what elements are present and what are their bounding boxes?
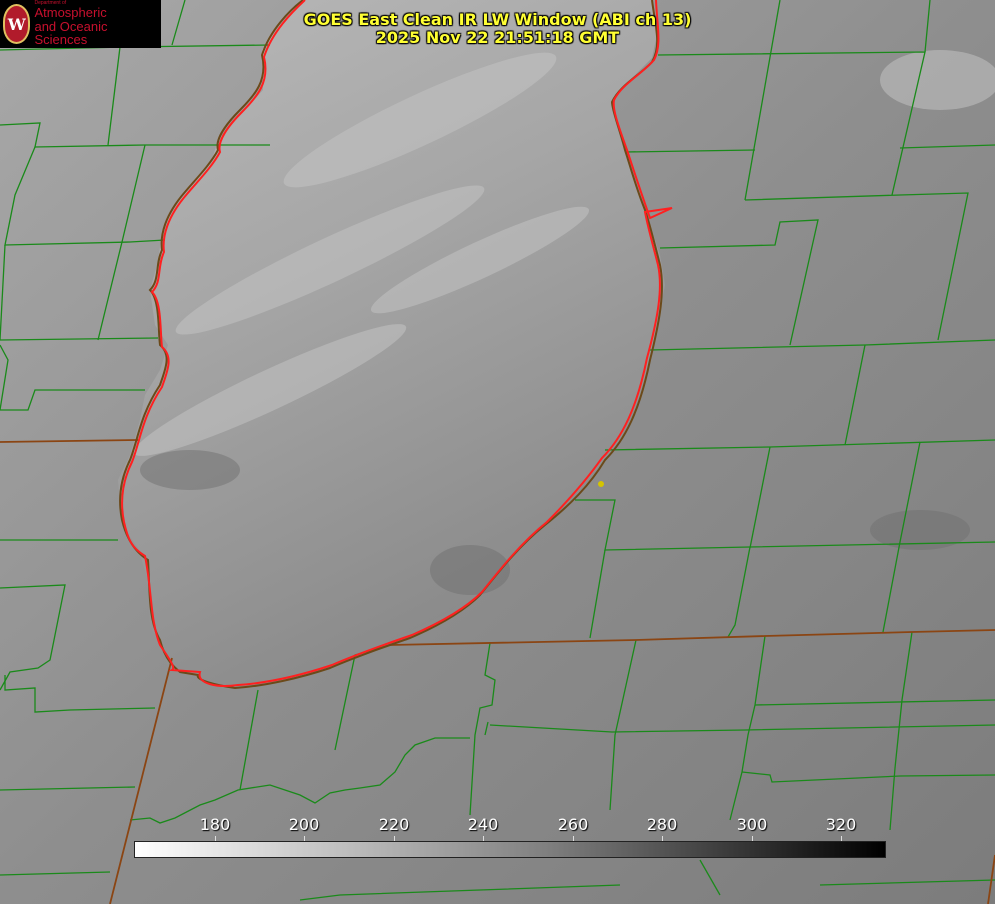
colorbar-tick-label: 240 <box>467 815 499 834</box>
university-seal-icon: W <box>3 4 31 44</box>
logo-line1: Atmospheric <box>34 5 107 21</box>
image-title: GOES East Clean IR LW Window (ABI ch 13)… <box>240 11 755 47</box>
colorbar-tick-label: 200 <box>288 815 320 834</box>
colorbar-tick-label: 280 <box>646 815 678 834</box>
colorbar-tick-label: 300 <box>736 815 768 834</box>
logo-text: Department of Atmospheric and Oceanic Sc… <box>34 0 161 48</box>
satellite-map <box>0 0 995 904</box>
colorbar-tick-label: 320 <box>825 815 857 834</box>
colorbar <box>134 841 886 858</box>
colorbar-tick-label: 260 <box>557 815 589 834</box>
title-line2: 2025 Nov 22 21:51:18 GMT <box>375 28 620 47</box>
logo-line2: and Oceanic Sciences <box>34 18 108 48</box>
station-marker <box>598 481 604 487</box>
colorbar-tick-label: 220 <box>378 815 410 834</box>
uw-aos-logo[interactable]: W Department of Atmospheric and Oceanic … <box>0 0 161 48</box>
title-line1: GOES East Clean IR LW Window (ABI ch 13) <box>303 10 692 29</box>
colorbar-tick-label: 180 <box>199 815 231 834</box>
